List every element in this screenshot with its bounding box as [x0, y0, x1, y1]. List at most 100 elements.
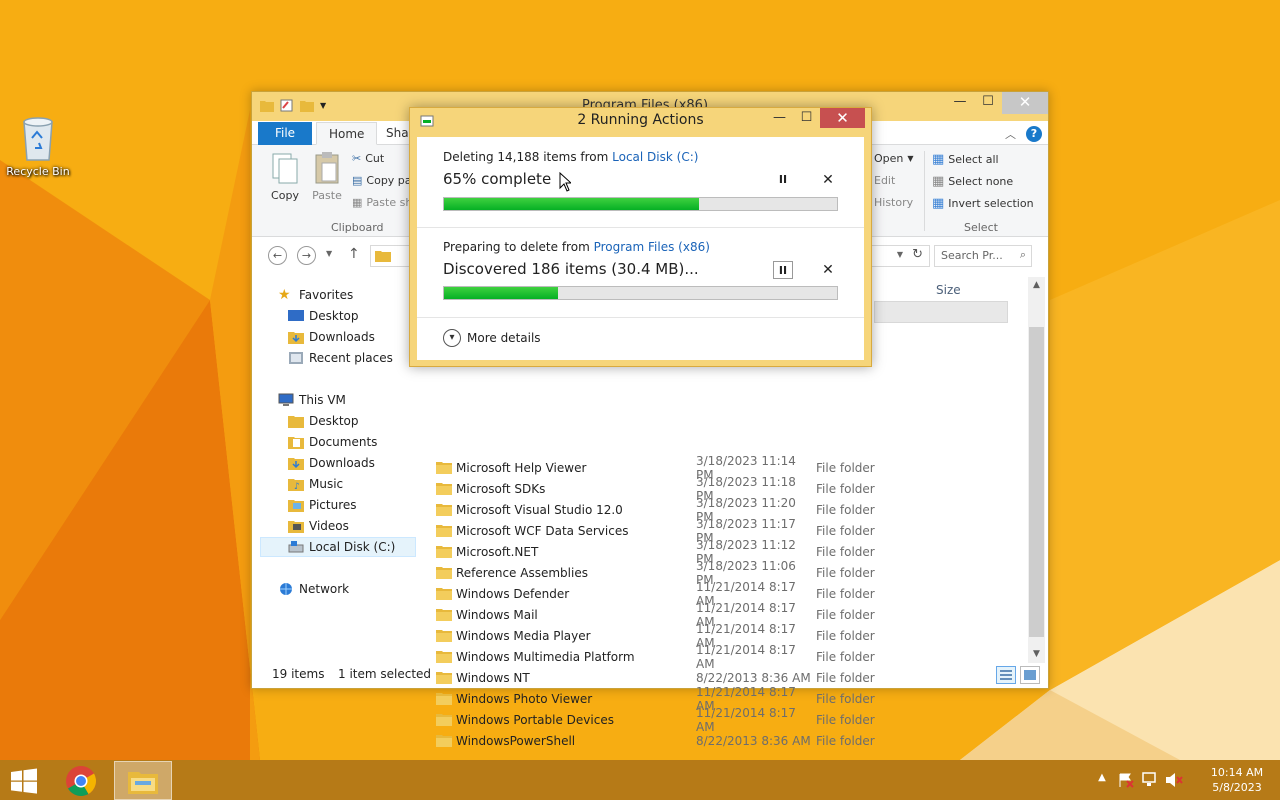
paste-label: Paste [312, 189, 342, 202]
file-type: File folder [816, 607, 875, 622]
file-type: File folder [816, 481, 875, 496]
paste-shortcut-button[interactable]: ▦ Paste sh [352, 196, 412, 209]
nav-network[interactable]: Network [278, 579, 442, 599]
chrome-icon[interactable] [64, 764, 98, 798]
taskbar-file-explorer[interactable] [114, 761, 172, 800]
table-row[interactable]: WindowsPowerShell 8/22/2013 8:36 AM File f… [436, 730, 1016, 751]
copy-button[interactable]: Copy [265, 151, 305, 202]
help-icon[interactable]: ? [1026, 126, 1042, 142]
op1-source-link[interactable]: Local Disk (C:) [612, 150, 698, 164]
ribbon-collapse-icon[interactable]: ︿ [1005, 126, 1016, 142]
forward-button[interactable]: → [297, 246, 316, 265]
select-all-button[interactable]: ▦ Select all [932, 152, 999, 167]
file-type: File folder [816, 544, 875, 559]
large-icons-view-button[interactable] [1020, 666, 1040, 684]
windows-start-icon[interactable] [10, 768, 38, 794]
folder-icon [436, 609, 452, 621]
file-name: Microsoft Visual Studio 12.0 [456, 502, 623, 517]
file-name: Reference Assemblies [456, 565, 588, 580]
nav-this-vm[interactable]: This VM [278, 390, 442, 410]
star-icon: ★ [278, 287, 291, 303]
refresh-icon[interactable]: ↻ [912, 247, 923, 262]
videos-icon [288, 521, 304, 533]
action-center-flag-icon[interactable] [1116, 772, 1136, 788]
file-type: File folder [816, 649, 875, 664]
new-folder-icon[interactable] [300, 99, 314, 112]
chevron-down-icon: ▾ [443, 329, 461, 347]
edit-button[interactable]: Edit [874, 174, 895, 187]
file-list-scrollbar[interactable]: ▲ ▼ [1028, 277, 1045, 663]
column-size[interactable]: Size [936, 283, 961, 297]
op2-progress-bar [443, 286, 838, 300]
dialog-close-button[interactable]: ✕ [820, 108, 865, 128]
history-button[interactable]: History [874, 196, 913, 209]
recycle-bin-shortcut[interactable]: Recycle Bin [6, 114, 70, 178]
file-name: WindowsPowerShell [456, 733, 576, 748]
dialog-minimize-button[interactable]: — [766, 108, 793, 128]
folder-icon [436, 504, 452, 516]
more-details-button[interactable]: ▾ More details [443, 329, 541, 347]
open-dropdown-icon: ▼ [907, 154, 914, 163]
qat-dropdown-icon[interactable]: ▼ [320, 101, 326, 110]
select-all-label: Select all [948, 153, 999, 166]
op2-pause-button[interactable]: II [773, 261, 793, 279]
copy-icon [272, 153, 298, 184]
recent-locations-icon[interactable]: ▼ [326, 249, 332, 258]
folder-icon [436, 546, 452, 558]
copy-path-label: Copy pa [366, 174, 412, 187]
nav-network-label: Network [299, 582, 350, 596]
show-hidden-icons-icon[interactable]: ▲ [1092, 772, 1112, 788]
folder-icon [375, 251, 391, 262]
open-button[interactable]: Open ▼ [874, 152, 914, 165]
back-button[interactable]: ← [268, 246, 287, 265]
dialog-maximize-button[interactable]: ☐ [793, 108, 820, 128]
status-bar: 19 items 1 item selected [252, 663, 1048, 688]
details-view-button[interactable] [996, 666, 1016, 684]
nav-local-disk[interactable]: Local Disk (C:) [260, 537, 416, 557]
tab-home[interactable]: Home [316, 122, 378, 145]
close-button[interactable]: ✕ [1002, 92, 1048, 114]
folder-icon [436, 693, 452, 705]
copy-path-button[interactable]: ▤ Copy pa [352, 174, 412, 187]
nav-favorites-label: Favorites [299, 288, 354, 302]
paste-button[interactable]: Paste [307, 151, 347, 202]
address-dropdown-icon[interactable]: ▼ [897, 250, 903, 259]
selection-count: 1 item selected [338, 667, 432, 681]
recycle-bin-label: Recycle Bin [6, 165, 70, 178]
op1-pause-button[interactable]: II [773, 171, 793, 189]
nav-vm-desktop-label: Desktop [309, 414, 359, 428]
file-type: File folder [816, 460, 875, 475]
copy-label: Copy [271, 189, 299, 202]
volume-muted-icon[interactable] [1164, 772, 1184, 788]
running-actions-dialog[interactable]: 2 Running Actions — ☐ ✕ Deleting 14,188 … [409, 107, 872, 367]
ribbon-separator [924, 151, 925, 231]
op2-source-link[interactable]: Program Files (x86) [594, 240, 710, 254]
up-button[interactable]: ↑ [348, 246, 360, 262]
cut-button[interactable]: ✂ Cut [352, 152, 384, 165]
tab-file[interactable]: File [258, 122, 312, 145]
scroll-up-icon[interactable]: ▲ [1028, 277, 1045, 294]
search-input[interactable]: Search Pr... ⌕ [934, 245, 1032, 267]
op1-prefix: Deleting 14,188 items from [443, 150, 613, 164]
maximize-button[interactable]: ☐ [974, 92, 1002, 114]
folder-icon [436, 651, 452, 663]
properties-icon[interactable] [280, 99, 294, 112]
select-all-icon: ▦ [932, 152, 945, 167]
file-name: Windows Media Player [456, 628, 591, 643]
minimize-button[interactable]: — [946, 92, 974, 114]
scroll-thumb[interactable] [1029, 327, 1044, 637]
op1-cancel-button[interactable]: ✕ [820, 171, 836, 189]
file-name: Microsoft SDKs [456, 481, 546, 496]
taskbar-clock[interactable]: 10:14 AM 5/8/2023 [1200, 765, 1274, 795]
nav-documents-label: Documents [309, 435, 378, 449]
select-none-button[interactable]: ▦ Select none [932, 174, 1013, 189]
table-row[interactable]: Windows Portable Devices 11/21/2014 8:17 … [436, 706, 1016, 734]
dialog-window-controls: — ☐ ✕ [766, 108, 865, 128]
network-status-icon[interactable] [1140, 772, 1160, 788]
invert-selection-button[interactable]: ▦ Invert selection [932, 196, 1034, 211]
op2-cancel-button[interactable]: ✕ [820, 261, 836, 279]
nav-music-label: Music [309, 477, 344, 491]
scroll-down-icon[interactable]: ▼ [1028, 646, 1045, 663]
paste-icon [315, 152, 339, 184]
file-type: File folder [816, 691, 875, 706]
